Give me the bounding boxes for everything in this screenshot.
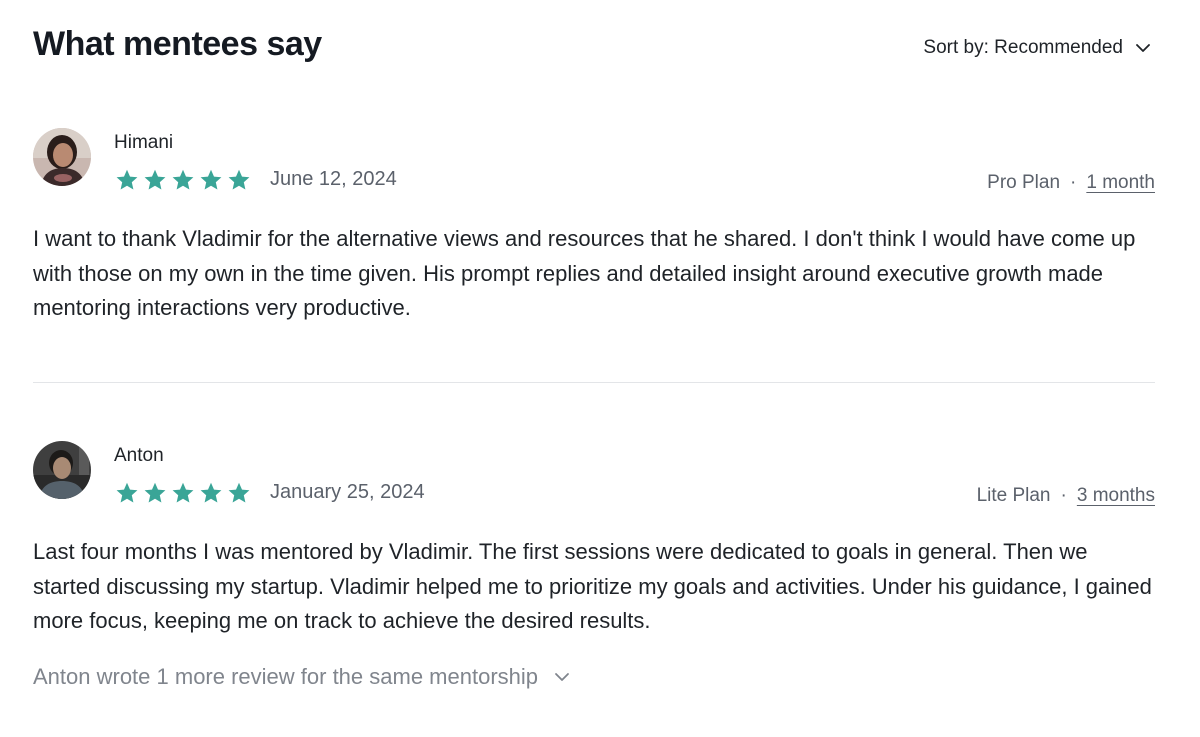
plan-info: Pro Plan · 1 month bbox=[987, 172, 1155, 194]
sort-dropdown[interactable]: Sort by: Recommended bbox=[923, 36, 1155, 60]
star-icon bbox=[116, 482, 138, 503]
sort-label: Sort by: Recommended bbox=[923, 37, 1123, 58]
review-date: January 25, 2024 bbox=[270, 481, 425, 503]
star-icon bbox=[144, 482, 166, 503]
reviewer-name: Himani bbox=[114, 132, 174, 153]
star-icon bbox=[200, 482, 222, 503]
review-date: June 12, 2024 bbox=[270, 168, 397, 190]
reviews-header: What mentees say Sort by: Recommended bbox=[33, 22, 1155, 72]
chevron-down-icon bbox=[550, 665, 574, 689]
more-reviews-label: Anton wrote 1 more review for the same m… bbox=[33, 664, 539, 689]
reviewer-name: Anton bbox=[114, 445, 164, 466]
star-icon bbox=[172, 169, 194, 190]
avatar bbox=[33, 441, 91, 499]
divider bbox=[33, 382, 1155, 383]
duration-link[interactable]: 1 month bbox=[1086, 172, 1155, 194]
star-icon bbox=[116, 169, 138, 190]
plan-name: Pro Plan bbox=[987, 172, 1061, 193]
reviews-section: What mentees say Sort by: Recommended Hi… bbox=[33, 0, 1155, 737]
star-rating bbox=[115, 481, 251, 505]
star-icon bbox=[228, 482, 250, 503]
plan-name: Lite Plan bbox=[976, 485, 1051, 506]
star-icon bbox=[144, 169, 166, 190]
review-text: Last four months I was mentored by Vladi… bbox=[33, 539, 1152, 633]
star-rating bbox=[115, 168, 251, 192]
review-text: I want to thank Vladimir for the alterna… bbox=[33, 226, 1136, 320]
section-title: What mentees say bbox=[33, 25, 322, 63]
separator: · bbox=[1070, 172, 1077, 193]
chevron-down-icon bbox=[1131, 36, 1155, 60]
more-reviews-toggle[interactable]: Anton wrote 1 more review for the same m… bbox=[33, 664, 574, 690]
star-icon bbox=[200, 169, 222, 190]
separator: · bbox=[1060, 485, 1067, 506]
star-icon bbox=[172, 482, 194, 503]
star-icon bbox=[228, 169, 250, 190]
plan-info: Lite Plan · 3 months bbox=[977, 485, 1155, 507]
avatar bbox=[33, 128, 91, 186]
duration-link[interactable]: 3 months bbox=[1077, 485, 1155, 507]
